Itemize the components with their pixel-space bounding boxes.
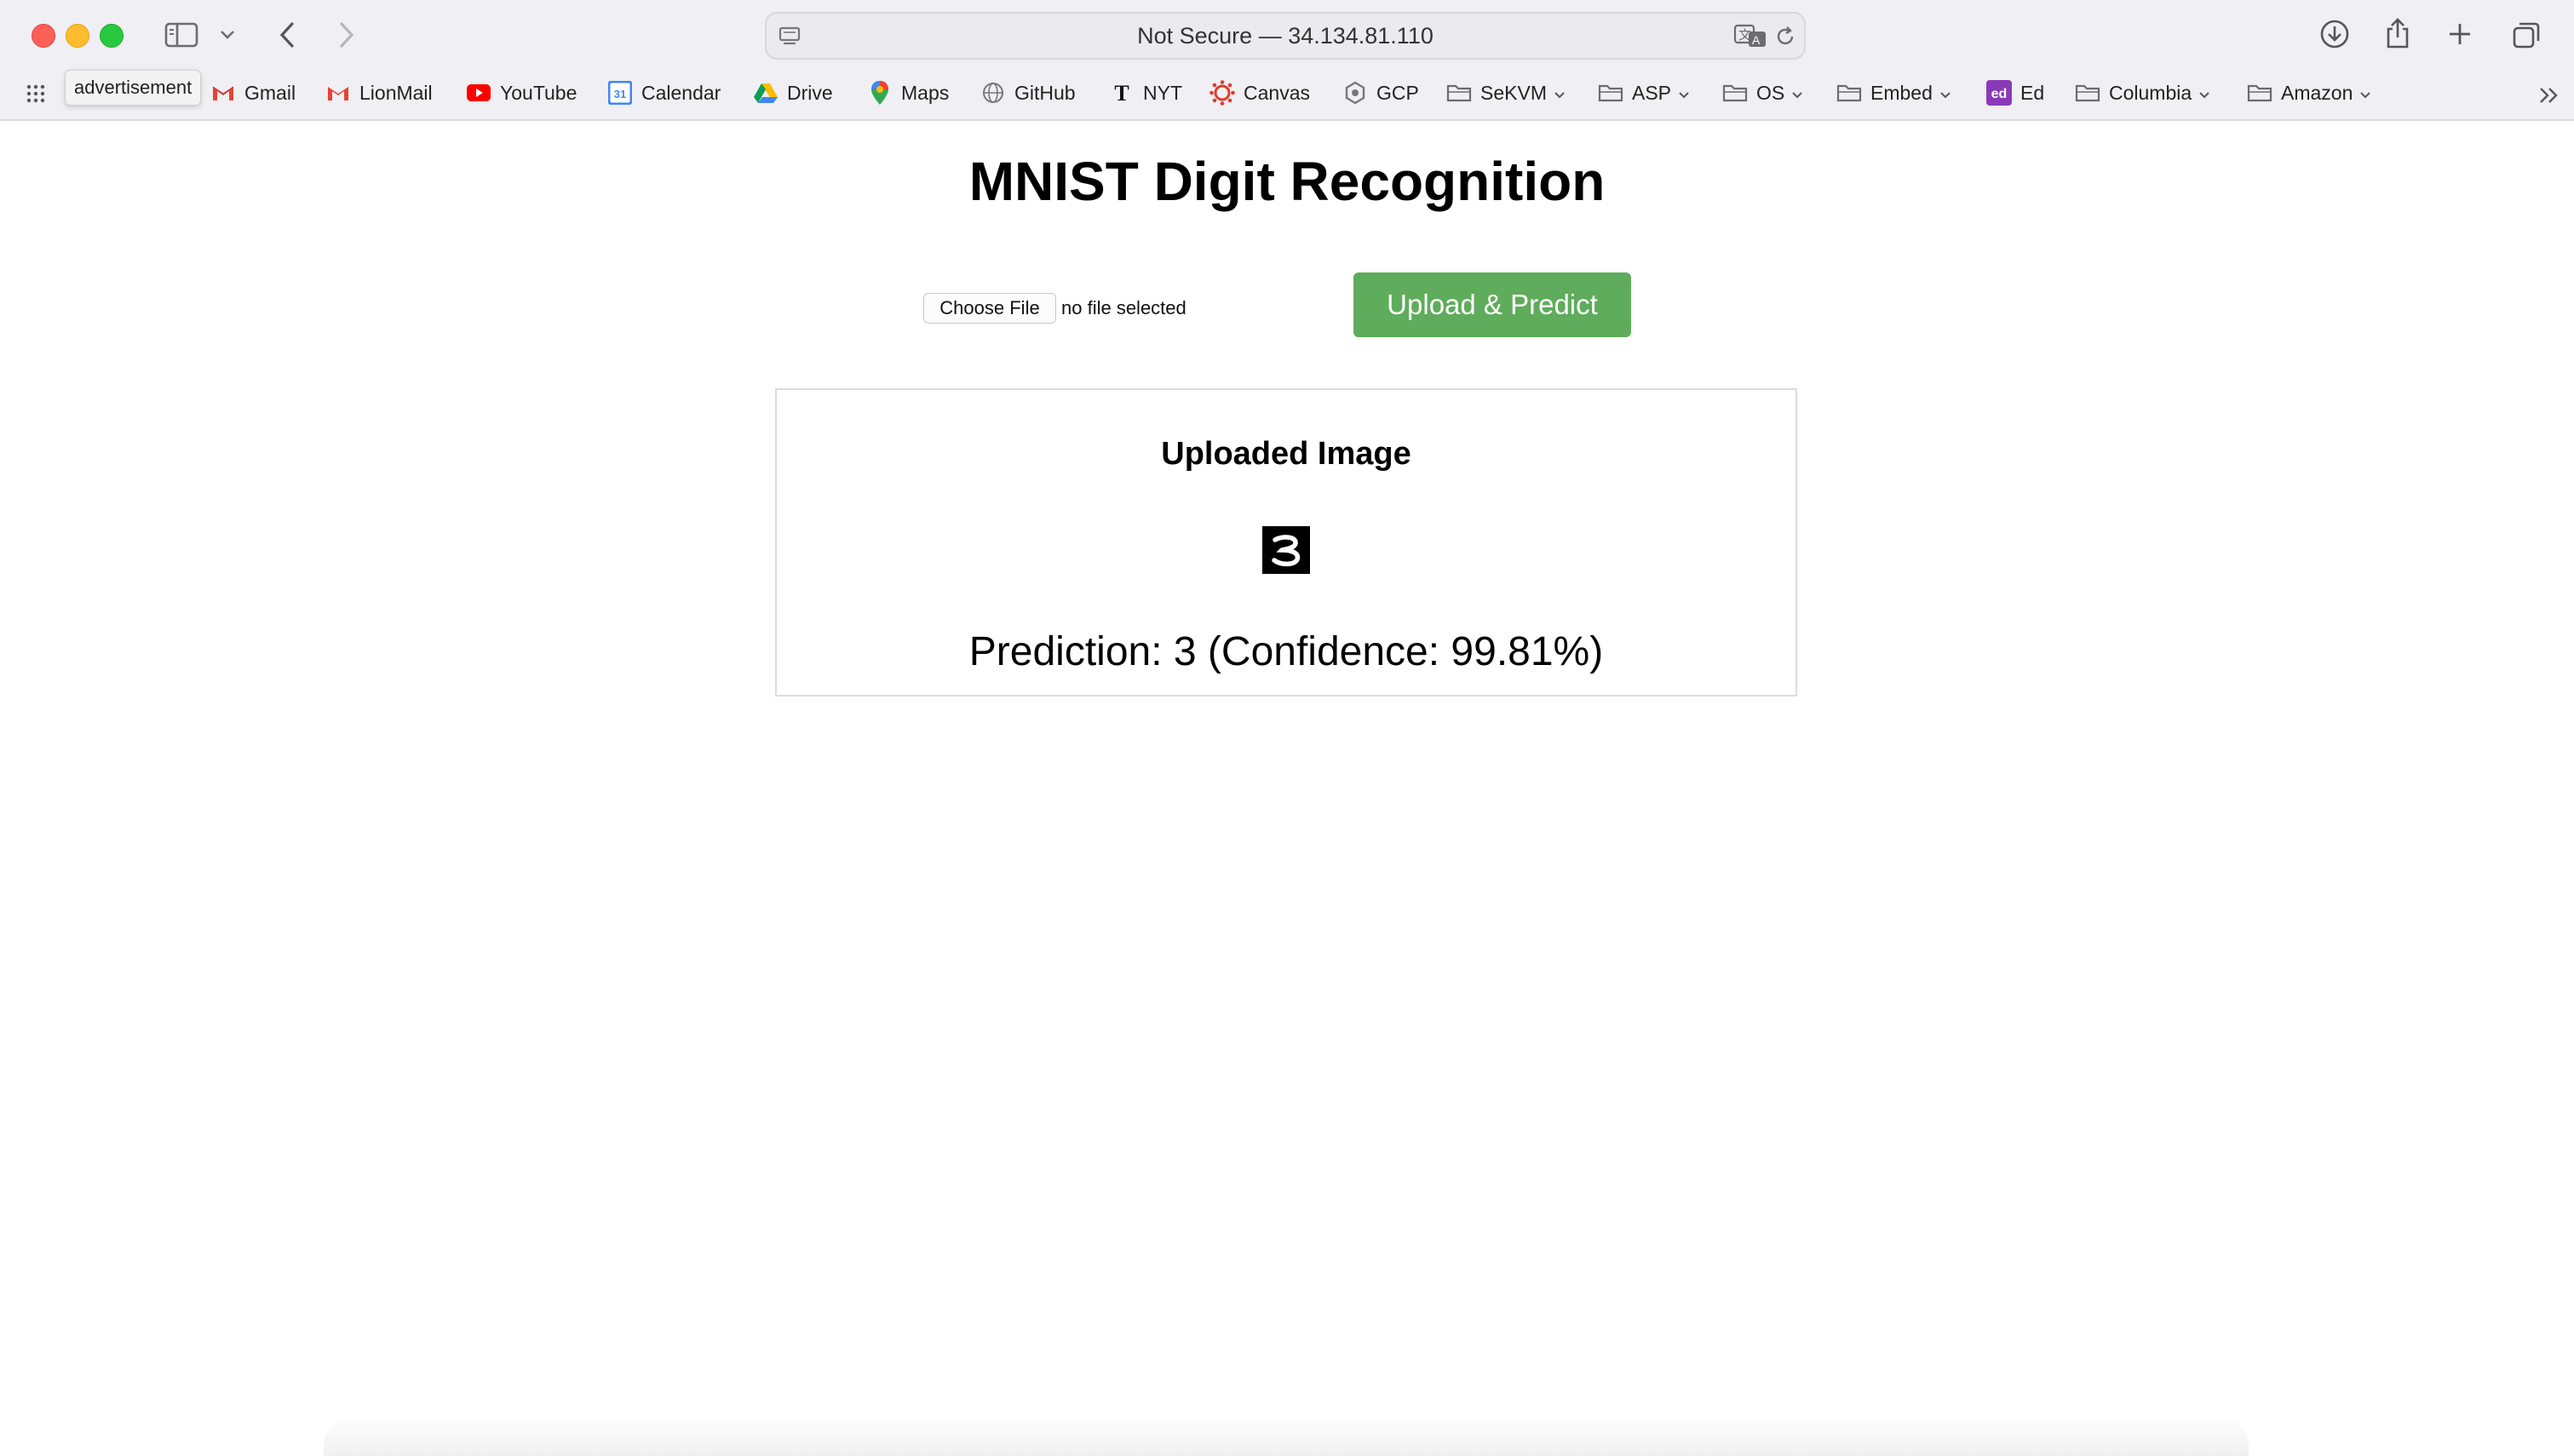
- chevron-down-icon[interactable]: [218, 26, 237, 44]
- nyt-icon: T: [1109, 80, 1135, 106]
- new-tab-icon[interactable]: [2445, 19, 2475, 49]
- gcp-icon: [1342, 80, 1368, 106]
- calendar-icon: 31: [607, 80, 633, 106]
- window-close-button[interactable]: [32, 24, 55, 48]
- translate-icon[interactable]: 文A: [1733, 22, 1767, 49]
- bookmark-label: Embed: [1870, 81, 1933, 104]
- choose-file-button[interactable]: Choose File: [923, 293, 1056, 324]
- share-icon[interactable]: [2382, 15, 2413, 51]
- svg-text:T: T: [1114, 81, 1129, 105]
- bookmark-label: Columbia: [2109, 81, 2192, 104]
- ed-icon: ed: [1986, 80, 2012, 106]
- bookmark-label: Calendar: [641, 81, 721, 104]
- bookmark-label: LionMail: [359, 81, 433, 104]
- bookmark-label: OS: [1756, 81, 1785, 104]
- result-panel: Uploaded Image Prediction: 3 (Confidence…: [775, 388, 1797, 696]
- chevron-down-icon: [2359, 82, 2371, 105]
- sidebar-toggle-icon[interactable]: [164, 19, 199, 51]
- chevron-down-icon: [1791, 82, 1803, 105]
- bookmark-canvas[interactable]: Canvas: [1209, 72, 1310, 114]
- bookmark-folder-sekvm[interactable]: SeKVM: [1446, 72, 1566, 114]
- page-title: MNIST Digit Recognition: [968, 151, 1606, 212]
- tooltip: advertisement: [65, 70, 202, 106]
- bookmark-label: YouTube: [500, 81, 577, 104]
- svg-text:A: A: [1752, 33, 1761, 47]
- browser-toolbar: Not Secure — 34.134.81.110 文A Gmail Lion…: [0, 0, 2574, 121]
- file-status: no file selected: [1061, 297, 1186, 318]
- bookmark-label: SeKVM: [1480, 81, 1547, 104]
- bookmarks-bar: Gmail LionMail YouTube 31 Calendar Drive…: [0, 72, 2574, 114]
- window-zoom-button[interactable]: [100, 24, 124, 48]
- bookmark-github[interactable]: GitHub: [980, 72, 1076, 114]
- tab-overview-icon[interactable]: [2509, 19, 2543, 51]
- bookmark-drive[interactable]: Drive: [753, 72, 833, 114]
- youtube-icon: [466, 80, 491, 106]
- bookmark-lionmail[interactable]: LionMail: [325, 72, 433, 114]
- bookmark-label: Ed: [2020, 81, 2045, 104]
- apps-grid-icon[interactable]: [24, 82, 48, 106]
- prediction-text: Prediction: 3 (Confidence: 99.81%): [968, 629, 1604, 674]
- bookmark-calendar[interactable]: 31 Calendar: [607, 72, 721, 114]
- bookmark-folder-embed[interactable]: Embed: [1836, 72, 1951, 114]
- maps-icon: [867, 80, 893, 106]
- bookmark-ed[interactable]: ed Ed: [1986, 72, 2044, 114]
- url-text[interactable]: Not Secure — 34.134.81.110: [767, 14, 1804, 58]
- result-heading: Uploaded Image: [1161, 436, 1411, 472]
- bookmark-label: ASP: [1632, 81, 1672, 104]
- bookmark-folder-amazon[interactable]: Amazon: [2247, 72, 2371, 114]
- bookmark-label: Gmail: [244, 81, 296, 104]
- bookmark-gmail[interactable]: Gmail: [210, 72, 296, 114]
- downloads-icon[interactable]: [2318, 17, 2352, 51]
- chevron-down-icon: [1939, 82, 1951, 105]
- bookmark-youtube[interactable]: YouTube: [466, 72, 577, 114]
- gmail-icon: [325, 80, 351, 106]
- forward-arrow-icon[interactable]: [334, 19, 359, 51]
- folder-icon: [1722, 80, 1748, 106]
- bookmark-label: Canvas: [1244, 81, 1310, 104]
- canvas-icon: [1209, 80, 1235, 106]
- bookmark-gcp[interactable]: GCP: [1342, 72, 1419, 114]
- bookmarks-overflow-icon[interactable]: [2537, 83, 2562, 107]
- window-minimize-button[interactable]: [66, 24, 89, 48]
- bookmark-label: GitHub: [1014, 81, 1076, 104]
- bookmark-label: Amazon: [2281, 81, 2353, 104]
- gmail-icon: [210, 80, 236, 106]
- bookmark-label: Maps: [901, 81, 950, 104]
- folder-icon: [1446, 80, 1472, 106]
- folder-icon: [1598, 80, 1623, 106]
- svg-text:ed: ed: [1991, 87, 2008, 101]
- back-arrow-icon[interactable]: [274, 19, 300, 51]
- svg-text:31: 31: [614, 88, 626, 100]
- folder-icon: [2075, 80, 2100, 106]
- globe-icon: [980, 80, 1006, 106]
- bookmark-folder-columbia[interactable]: Columbia: [2075, 72, 2210, 114]
- bookmark-folder-asp[interactable]: ASP: [1598, 72, 1690, 114]
- chevron-down-icon: [1678, 82, 1690, 105]
- address-bar[interactable]: Not Secure — 34.134.81.110 文A: [765, 12, 1806, 60]
- folder-icon: [1836, 80, 1862, 106]
- chevron-down-icon: [1554, 82, 1566, 105]
- bookmark-label: GCP: [1376, 81, 1419, 104]
- bookmark-folder-os[interactable]: OS: [1722, 72, 1803, 114]
- folder-icon: [2247, 80, 2272, 106]
- bookmark-label: Drive: [787, 81, 833, 104]
- window-bottom-shadow: [324, 1413, 2249, 1456]
- bookmark-label: NYT: [1143, 81, 1182, 104]
- uploaded-digit-image: [1262, 526, 1310, 574]
- drive-icon: [753, 80, 779, 106]
- bookmark-maps[interactable]: Maps: [867, 72, 949, 114]
- bookmark-nyt[interactable]: T NYT: [1109, 72, 1182, 114]
- upload-predict-button[interactable]: Upload & Predict: [1353, 272, 1631, 337]
- reload-icon[interactable]: [1772, 24, 1798, 49]
- chevron-down-icon: [2198, 82, 2210, 105]
